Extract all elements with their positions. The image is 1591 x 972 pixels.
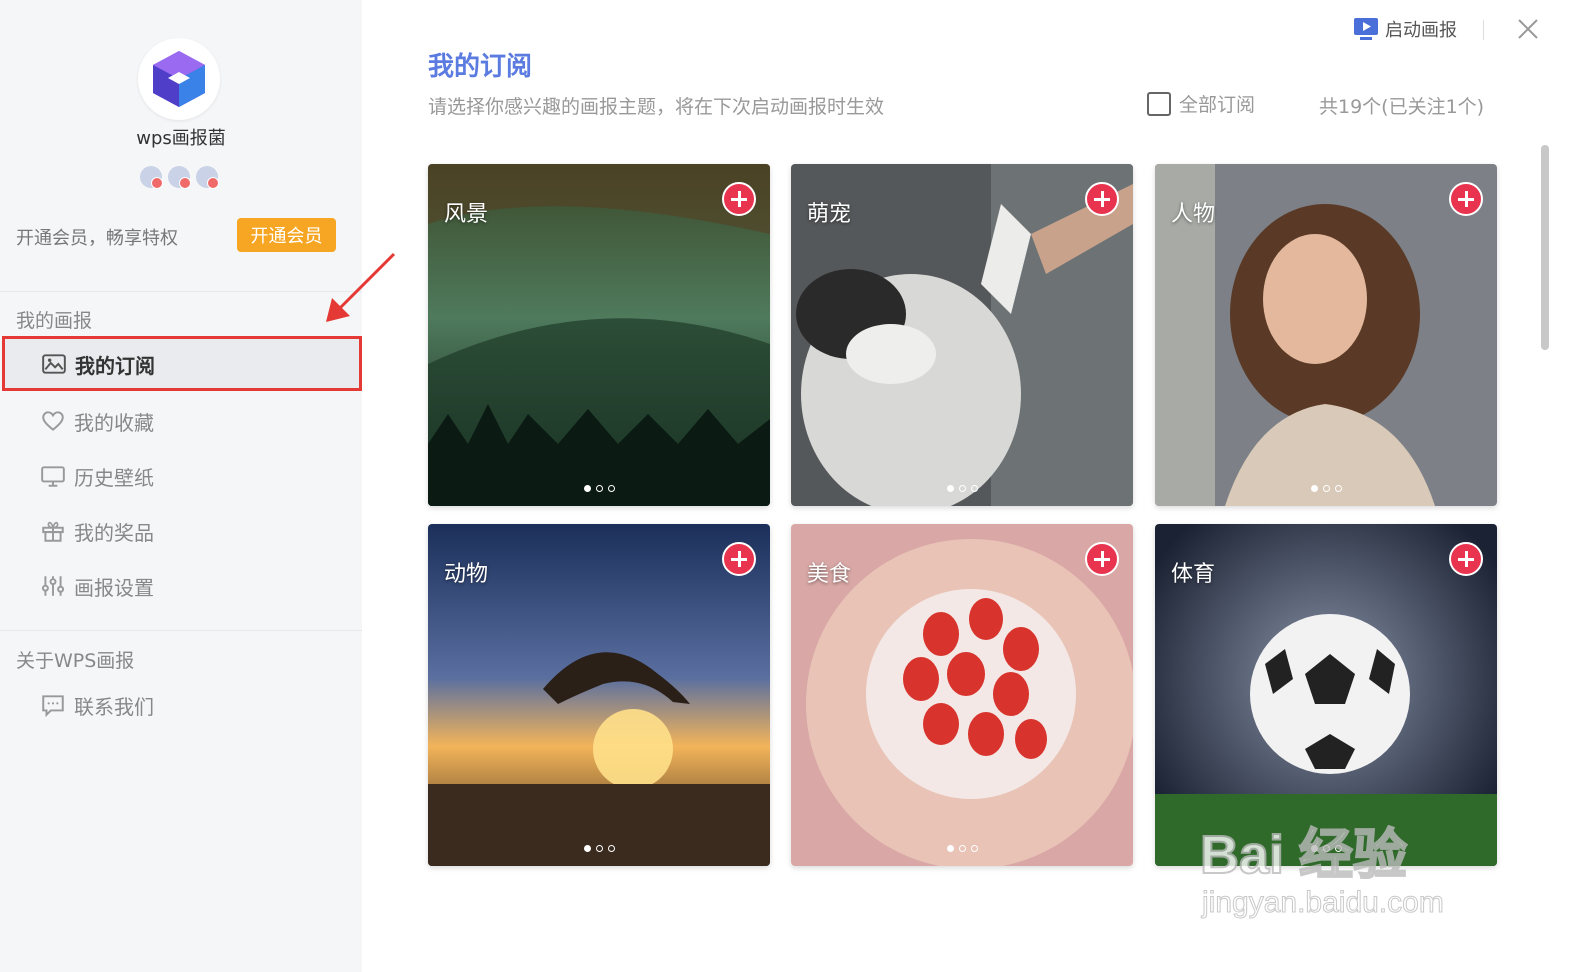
card-label: 美食: [807, 562, 852, 587]
carousel-dot[interactable]: [1322, 485, 1330, 492]
card-label: 动物: [444, 562, 489, 587]
avatar[interactable]: [138, 38, 220, 120]
sidebar-item-label: 我的奖品: [74, 520, 154, 545]
heart-icon: [42, 411, 64, 431]
badge-icon[interactable]: [140, 166, 163, 189]
carousel-dots: [428, 485, 770, 492]
card-label: 风景: [444, 202, 489, 227]
divider: [0, 630, 362, 631]
vertical-scrollbar[interactable]: [1541, 145, 1549, 350]
username: wps画报菌: [136, 128, 226, 149]
watermark-main: Bai 经验: [1199, 824, 1408, 886]
sidebar-item-prizes[interactable]: 我的奖品: [40, 511, 154, 551]
carousel-dots: [791, 485, 1133, 492]
subscription-count: 共19个(已关注1个): [1319, 96, 1485, 118]
carousel-dot[interactable]: [958, 845, 966, 852]
sidebar-item-label: 联系我们: [74, 694, 154, 719]
carousel-dot[interactable]: [946, 485, 954, 492]
open-vip-button[interactable]: 开通会员: [237, 218, 336, 252]
sidebar-item-subscriptions[interactable]: 我的订阅: [2, 336, 362, 391]
badge-row: [140, 166, 219, 189]
baidu-watermark: Bai 经验 jingyan.baidu.com: [1199, 790, 1500, 930]
message-icon: [42, 695, 64, 718]
watermark-sub: jingyan.baidu.com: [1202, 886, 1445, 920]
sidebar-item-label: 我的订阅: [75, 353, 155, 378]
carousel-dot[interactable]: [607, 845, 615, 852]
carousel-dot[interactable]: [607, 485, 615, 492]
theme-card-person[interactable]: 人物: [1155, 164, 1497, 506]
section-title-my: 我的画报: [16, 310, 93, 332]
divider: [0, 291, 362, 292]
image-icon: [42, 354, 66, 374]
page-title: 我的订阅: [428, 52, 533, 82]
carousel-dot[interactable]: [1310, 485, 1318, 492]
card-label: 萌宠: [807, 202, 852, 227]
carousel-dot[interactable]: [583, 845, 591, 852]
carousel-dot[interactable]: [1334, 485, 1342, 492]
carousel-dots: [1155, 485, 1497, 492]
carousel-dot[interactable]: [595, 845, 603, 852]
sidebar-item-favorites[interactable]: 我的收藏: [40, 401, 154, 441]
carousel-dots: [428, 845, 770, 852]
sidebar-item-label: 我的收藏: [74, 410, 154, 435]
carousel-dot[interactable]: [595, 485, 603, 492]
carousel-dot[interactable]: [946, 845, 954, 852]
section-title-about: 关于WPS画报: [16, 650, 135, 672]
sidebar-item-history[interactable]: 历史壁纸: [40, 456, 154, 496]
gift-icon: [42, 521, 64, 542]
subscribe-all-label: 全部订阅: [1179, 94, 1256, 116]
carousel-dots: [791, 845, 1133, 852]
theme-card-pet[interactable]: 萌宠: [791, 164, 1133, 506]
sidebar-item-label: 历史壁纸: [74, 465, 154, 490]
page-subtitle: 请选择你感兴趣的画报主题，将在下次启动画报时生效: [428, 96, 885, 118]
add-subscription-button[interactable]: [1085, 182, 1119, 216]
subscribe-all-checkbox[interactable]: 全部订阅: [1147, 90, 1255, 117]
carousel-dot[interactable]: [970, 485, 978, 492]
add-subscription-button[interactable]: [1085, 542, 1119, 576]
add-subscription-button[interactable]: [722, 542, 756, 576]
badge-icon[interactable]: [168, 166, 191, 189]
sidebar: wps画报菌 开通会员，畅享特权 开通会员 我的画报 我的订阅 我的收藏 历史壁…: [0, 0, 362, 972]
add-subscription-button[interactable]: [1449, 542, 1483, 576]
add-subscription-button[interactable]: [722, 182, 756, 216]
header-separator: [1483, 20, 1484, 40]
theme-card-landscape[interactable]: 风景: [428, 164, 770, 506]
carousel-dot[interactable]: [583, 485, 591, 492]
theme-card-animal[interactable]: 动物: [428, 524, 770, 866]
sliders-icon: [41, 576, 65, 596]
launch-pictorial-button[interactable]: 启动画报: [1353, 16, 1457, 42]
sidebar-item-label: 画报设置: [74, 575, 154, 600]
theme-card-food[interactable]: 美食: [791, 524, 1133, 866]
wps-logo-icon: [153, 51, 205, 107]
card-label: 体育: [1171, 562, 1216, 587]
launch-label: 启动画报: [1385, 20, 1457, 41]
annotation-arrow-icon: [326, 252, 396, 322]
badge-icon[interactable]: [196, 166, 219, 189]
sidebar-item-settings[interactable]: 画报设置: [40, 566, 154, 606]
add-subscription-button[interactable]: [1449, 182, 1483, 216]
card-label: 人物: [1171, 202, 1216, 227]
checkbox-box[interactable]: [1147, 91, 1171, 116]
close-icon[interactable]: [1515, 16, 1541, 42]
sidebar-item-contact[interactable]: 联系我们: [40, 685, 154, 725]
monitor-icon: [41, 466, 65, 487]
carousel-dot[interactable]: [958, 485, 966, 492]
sidebar-item-row: 我的订阅: [41, 344, 155, 384]
carousel-dot[interactable]: [970, 845, 978, 852]
launch-monitor-icon: [1354, 18, 1378, 40]
vip-promo-text: 开通会员，畅享特权: [16, 228, 178, 249]
